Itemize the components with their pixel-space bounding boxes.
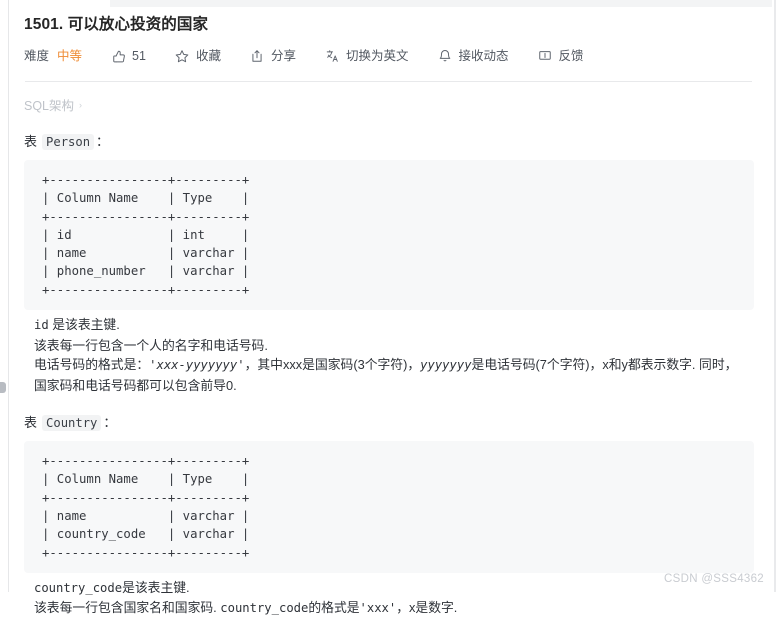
table-prefix: 表	[24, 415, 38, 431]
note-text: 该表每一行包含一个人的名字和电话号码.	[34, 337, 268, 353]
table-heading: 表 Country ：	[24, 412, 754, 432]
favorite-button[interactable]: 收藏	[175, 48, 221, 64]
watermark: CSDN @SSS4362	[664, 573, 764, 585]
note-text: 的格式是	[308, 600, 360, 616]
problem-toolbar: 难度 中等 51 收藏 分享 切换为英文 接收动态 反馈	[24, 41, 754, 71]
schema-code-text: +----------------+---------+ | Column Na…	[42, 454, 250, 560]
page-title: 1501. 可以放心投资的国家	[24, 16, 209, 33]
table-colon: ：	[96, 134, 110, 149]
note-text: 是该表主键.	[48, 317, 120, 333]
like-count: 51	[132, 49, 146, 63]
note-code-text: country_code	[34, 580, 123, 595]
schema-section-country: 表 Country ： +----------------+---------+…	[24, 412, 754, 619]
difficulty-indicator: 难度 中等	[24, 48, 82, 64]
chevron-right-icon: ›	[79, 99, 83, 110]
table-name: Person	[42, 134, 95, 150]
schema-note-line: 该表每一行包含一个人的名字和电话号码.	[34, 336, 750, 356]
star-icon	[175, 49, 190, 64]
header-divider	[25, 81, 752, 82]
note-code-text: country_code	[220, 601, 309, 616]
problem-page: 1501. 可以放心投资的国家 难度 中等 51 收藏 分享 切换为英文 接收动…	[9, 0, 772, 615]
schema-notes: country_code是该表主键. 该表每一行包含国家名和国家码. countr…	[24, 578, 754, 619]
share-label: 分享	[270, 49, 296, 63]
schema-notes: id 是该表主键. 该表每一行包含一个人的名字和电话号码. 电话号码的格式是：'xx…	[24, 315, 754, 395]
difficulty-label: 难度	[24, 49, 50, 63]
note-code-text: yyyyyyy	[420, 358, 472, 373]
schema-note-line: country_code是该表主键.	[34, 578, 750, 599]
share-icon	[250, 49, 265, 64]
schema-note-line: id 是该表主键.	[34, 315, 750, 336]
feedback-label: 反馈	[558, 49, 584, 63]
note-code-text: id	[34, 318, 49, 333]
note-code-text: 'xxx'	[359, 601, 397, 616]
breadcrumb-label: SQL架构	[24, 99, 75, 113]
subscribe-label: 接收动态	[458, 49, 509, 63]
translate-icon	[325, 49, 340, 64]
schema-note-line: 该表每一行包含国家名和国家码. country_code的格式是'xxx'，x是…	[34, 598, 750, 619]
note-code-text: 'xxx-yyyyyyy'	[149, 358, 245, 373]
breadcrumb[interactable]: SQL架构 ›	[24, 95, 754, 114]
schema-code-block: +----------------+---------+ | Column Na…	[24, 441, 754, 573]
thumbs-up-icon	[111, 49, 126, 64]
schema-code-block: +----------------+---------+ | Column Na…	[24, 160, 754, 311]
difficulty-value: 中等	[57, 49, 83, 63]
table-prefix: 表	[24, 134, 38, 149]
translate-button[interactable]: 切换为英文	[325, 48, 409, 64]
favorite-label: 收藏	[195, 49, 221, 63]
subscribe-button[interactable]: 接收动态	[437, 48, 509, 64]
panel-collapse-handle[interactable]	[0, 382, 6, 393]
note-text: 电话号码的格式是：	[34, 357, 150, 373]
table-colon: ：	[103, 415, 117, 431]
note-text: ，其中xxx是国家码(3个字符)，	[244, 357, 421, 373]
table-name: Country	[42, 415, 102, 432]
bell-icon	[437, 49, 452, 64]
translate-label: 切换为英文	[345, 49, 409, 63]
schema-sections: 表 Person ： +----------------+---------+ …	[24, 131, 754, 619]
feedback-icon	[538, 49, 553, 64]
note-text: 该表每一行包含国家名和国家码.	[34, 600, 221, 616]
schema-note-line: 电话号码的格式是：'xxx-yyyyyyy'，其中xxx是国家码(3个字符)，y…	[34, 355, 750, 395]
feedback-button[interactable]: 反馈	[538, 48, 584, 64]
schema-code-text: +----------------+---------+ | Column Na…	[42, 173, 250, 297]
note-text: 是该表主键.	[122, 579, 190, 595]
share-button[interactable]: 分享	[250, 48, 296, 64]
like-button[interactable]: 51	[111, 48, 146, 64]
note-text: ，x是数字.	[396, 600, 458, 616]
table-heading: 表 Person ：	[24, 131, 754, 150]
schema-section-person: 表 Person ： +----------------+---------+ …	[24, 131, 754, 395]
